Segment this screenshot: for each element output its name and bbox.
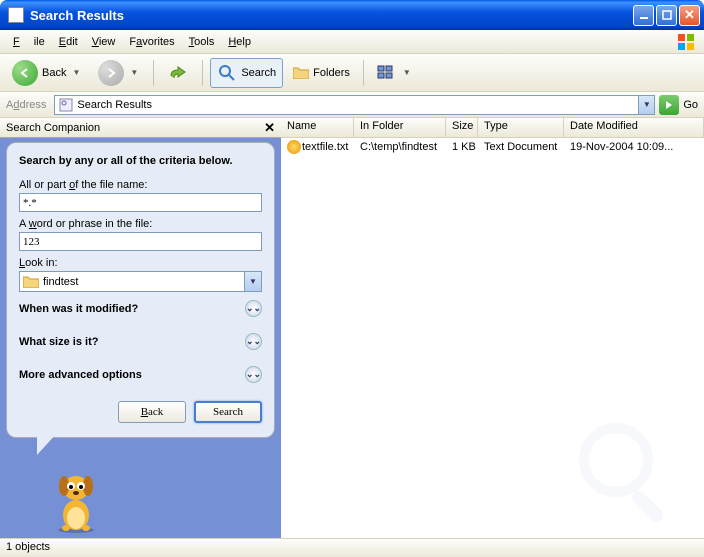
chevron-down-icon: ⌄⌄ bbox=[245, 366, 262, 383]
views-icon bbox=[377, 65, 397, 81]
menubar: File Edit View Favorites Tools Help bbox=[0, 30, 704, 54]
folders-button[interactable]: Folders bbox=[287, 58, 356, 88]
magnifier-watermark bbox=[574, 418, 684, 528]
col-folder[interactable]: In Folder bbox=[354, 118, 446, 137]
menu-tools[interactable]: Tools bbox=[182, 33, 222, 51]
forward-button[interactable]: ▼ bbox=[92, 58, 146, 88]
col-size[interactable]: Size bbox=[446, 118, 478, 137]
cell-date: 19-Nov-2004 10:09... bbox=[564, 141, 704, 153]
back-dropdown[interactable]: ▼ bbox=[70, 68, 82, 77]
search-label: Search bbox=[241, 67, 276, 79]
titlebar: Search Results ✕ bbox=[0, 0, 704, 30]
lookin-dropdown[interactable]: ▼ bbox=[244, 272, 261, 291]
phrase-input[interactable] bbox=[19, 232, 262, 251]
folders-label: Folders bbox=[313, 67, 350, 79]
cell-name: textfile.txt bbox=[302, 140, 348, 152]
address-icon bbox=[59, 98, 73, 112]
more-options-expander[interactable]: More advanced options ⌄⌄ bbox=[19, 358, 262, 391]
status-text: 1 objects bbox=[6, 541, 50, 553]
toolbar: Back ▼ ▼ Search Folders ▼ bbox=[0, 54, 704, 92]
back-button[interactable]: Back ▼ bbox=[6, 58, 88, 88]
chevron-down-icon: ⌄⌄ bbox=[245, 300, 262, 317]
results-pane: Name In Folder Size Type Date Modified t… bbox=[281, 118, 704, 538]
cell-folder: C:\temp\findtest bbox=[354, 141, 446, 153]
when-modified-label: When was it modified? bbox=[19, 303, 138, 315]
col-type[interactable]: Type bbox=[478, 118, 564, 137]
menu-view[interactable]: View bbox=[85, 33, 123, 51]
go-button[interactable] bbox=[659, 95, 679, 115]
folder-icon bbox=[23, 275, 39, 288]
views-button[interactable]: ▼ bbox=[371, 58, 419, 88]
filename-input[interactable] bbox=[19, 193, 262, 212]
address-dropdown[interactable]: ▼ bbox=[638, 96, 654, 114]
lookin-select[interactable]: findtest ▼ bbox=[19, 271, 262, 292]
companion-close-button[interactable]: ✕ bbox=[264, 120, 275, 136]
what-size-label: What size is it? bbox=[19, 336, 98, 348]
search-button[interactable]: Search bbox=[210, 58, 283, 88]
phrase-label: A word or phrase in the file: bbox=[19, 218, 262, 230]
forward-icon bbox=[98, 60, 124, 86]
statusbar: 1 objects bbox=[0, 538, 704, 557]
back-form-button[interactable]: Back bbox=[118, 401, 186, 423]
col-date[interactable]: Date Modified bbox=[564, 118, 704, 137]
search-form: Search by any or all of the criteria bel… bbox=[6, 142, 275, 438]
menu-edit[interactable]: Edit bbox=[52, 33, 85, 51]
menu-file[interactable]: File bbox=[6, 33, 52, 51]
result-row[interactable]: textfile.txt C:\temp\findtest 1 KB Text … bbox=[281, 138, 704, 155]
cell-type: Text Document bbox=[478, 141, 564, 153]
companion-title: Search Companion bbox=[6, 122, 264, 134]
back-icon bbox=[12, 60, 38, 86]
menu-favorites[interactable]: Favorites bbox=[122, 33, 181, 51]
col-name[interactable]: Name bbox=[281, 118, 354, 137]
window-title: Search Results bbox=[28, 8, 633, 23]
go-label: Go bbox=[683, 99, 698, 111]
search-heading: Search by any or all of the criteria bel… bbox=[19, 155, 262, 167]
cell-size: 1 KB bbox=[446, 141, 478, 153]
app-icon bbox=[8, 7, 24, 23]
lookin-label: Look in: bbox=[19, 257, 262, 269]
views-dropdown[interactable]: ▼ bbox=[401, 68, 413, 77]
back-label: Back bbox=[42, 67, 66, 79]
column-headers: Name In Folder Size Type Date Modified bbox=[281, 118, 704, 138]
close-button[interactable]: ✕ bbox=[679, 5, 700, 26]
lookin-value: findtest bbox=[43, 276, 78, 288]
up-button[interactable] bbox=[161, 58, 195, 88]
filename-label: All or part of the file name: bbox=[19, 179, 262, 191]
minimize-button[interactable] bbox=[633, 5, 654, 26]
what-size-expander[interactable]: What size is it? ⌄⌄ bbox=[19, 325, 262, 358]
menu-help[interactable]: Help bbox=[221, 33, 258, 51]
up-icon bbox=[167, 62, 189, 84]
chevron-down-icon: ⌄⌄ bbox=[245, 333, 262, 350]
search-icon bbox=[217, 63, 237, 83]
folders-icon bbox=[293, 66, 309, 79]
address-input[interactable]: Search Results ▼ bbox=[54, 95, 655, 115]
search-form-button[interactable]: Search bbox=[194, 401, 262, 423]
windows-flag-icon bbox=[672, 32, 700, 52]
maximize-button[interactable] bbox=[656, 5, 677, 26]
forward-dropdown[interactable]: ▼ bbox=[128, 68, 140, 77]
search-companion-pane: Search Companion ✕ Search by any or all … bbox=[0, 118, 281, 538]
more-options-label: More advanced options bbox=[19, 369, 142, 381]
file-icon bbox=[287, 140, 301, 154]
when-modified-expander[interactable]: When was it modified? ⌄⌄ bbox=[19, 292, 262, 325]
addressbar: Address Search Results ▼ Go bbox=[0, 92, 704, 118]
address-value: Search Results bbox=[77, 99, 152, 111]
address-label: Address bbox=[6, 99, 50, 111]
